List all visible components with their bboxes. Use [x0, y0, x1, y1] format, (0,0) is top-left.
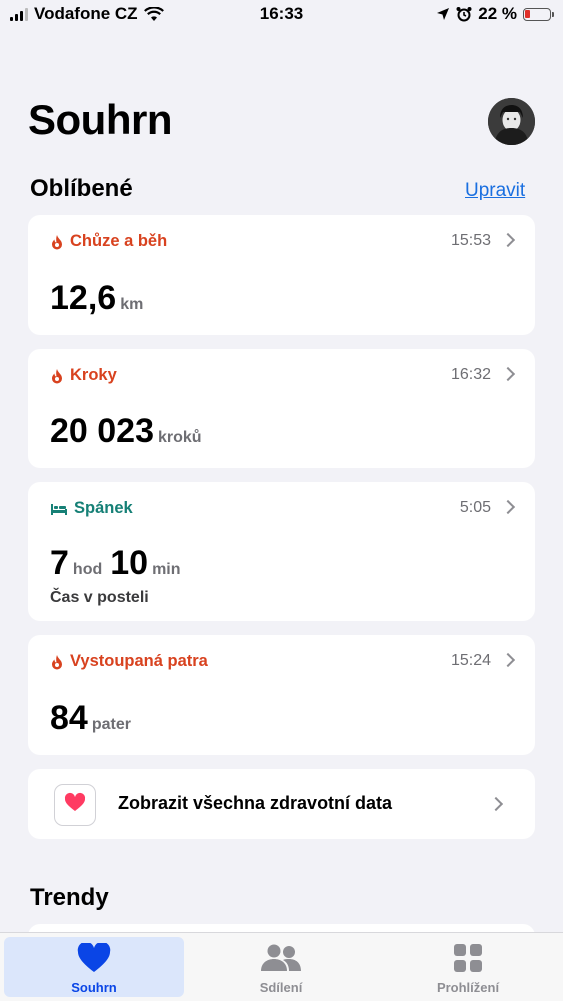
location-arrow-icon: [437, 8, 450, 20]
page-title: Souhrn: [28, 96, 172, 143]
value-number: 20 023: [50, 412, 154, 450]
card-value: 20 023 kroků: [50, 412, 210, 451]
chevron-right-icon: [500, 499, 516, 515]
tab-bar: Souhrn Sdílení Prohlížení: [0, 932, 563, 1001]
alarm-icon: [456, 7, 472, 22]
card-label: Kroky: [70, 366, 117, 384]
card-time: 15:24: [450, 652, 491, 669]
card-time: 15:53: [450, 232, 491, 249]
tab-label: Prohlížení: [436, 980, 500, 995]
profile-photo-icon: [488, 98, 535, 145]
walking-running-card[interactable]: Chůze a běh 15:53 12,6 km: [28, 215, 535, 335]
battery-percent: 22 %: [478, 4, 517, 23]
tab-summary[interactable]: Souhrn: [4, 937, 184, 997]
bed-icon: [51, 503, 67, 515]
tab-label: Souhrn: [71, 980, 117, 995]
people-icon: [261, 944, 301, 971]
health-app-icon: [54, 784, 96, 826]
card-value: 84 pater: [50, 699, 139, 738]
steps-card[interactable]: Kroky 16:32 20 023 kroků: [28, 349, 535, 468]
card-header: Kroky: [50, 366, 117, 385]
card-label: Spánek: [74, 499, 133, 517]
battery-icon: [523, 7, 554, 21]
card-header: Spánek: [50, 499, 133, 518]
flame-icon: [52, 654, 62, 669]
heart-icon: [64, 792, 86, 811]
card-label: Vystoupaná patra: [70, 652, 208, 670]
unit-hours: hod: [72, 561, 103, 578]
status-bar: Vodafone CZ 16:33 22 %: [0, 0, 563, 30]
favorites-title: Oblíbené: [30, 175, 133, 202]
sleep-card[interactable]: Spánek 5:05 7 hod 10 min Čas v posteli: [28, 482, 535, 621]
flights-climbed-card[interactable]: Vystoupaná patra 15:24 84 pater: [28, 635, 535, 755]
battery-level: [525, 9, 530, 18]
value-hours: 7: [50, 544, 69, 582]
chevron-right-icon: [500, 366, 516, 382]
flame-icon: [52, 368, 62, 383]
tab-browse[interactable]: Prohlížení: [378, 937, 558, 997]
value-number: 84: [50, 699, 88, 737]
show-all-label: Zobrazit všechna zdravotní data: [118, 793, 393, 813]
trends-title: Trendy: [30, 884, 109, 911]
value-number: 12,6: [50, 279, 117, 317]
chevron-right-icon: [500, 232, 516, 248]
card-header: Chůze a běh: [50, 232, 167, 251]
grid-icon: [454, 944, 482, 972]
chevron-right-icon: [488, 796, 504, 812]
unit-minutes: min: [152, 561, 181, 578]
card-value: 7 hod 10 min: [50, 544, 189, 583]
value-minutes: 10: [110, 544, 149, 582]
card-time: 16:32: [450, 366, 491, 383]
tab-label: Sdílení: [259, 980, 303, 995]
card-time: 5:05: [459, 499, 491, 516]
tab-sharing[interactable]: Sdílení: [191, 937, 371, 997]
heart-icon: [77, 943, 111, 972]
card-value: 12,6 km: [50, 279, 151, 318]
card-label: Chůze a běh: [70, 232, 168, 250]
edit-favorites-link[interactable]: Upravit: [465, 180, 525, 202]
value-unit: pater: [91, 716, 131, 733]
card-subtitle: Čas v posteli: [50, 589, 149, 606]
chevron-right-icon: [500, 652, 516, 668]
avatar[interactable]: [488, 98, 535, 145]
flame-icon: [52, 234, 62, 249]
status-right: 22 %: [436, 4, 554, 24]
value-unit: km: [120, 296, 144, 313]
card-header: Vystoupaná patra: [50, 652, 208, 671]
show-all-health-data-button[interactable]: Zobrazit všechna zdravotní data: [28, 769, 535, 839]
value-unit: kroků: [158, 429, 202, 446]
